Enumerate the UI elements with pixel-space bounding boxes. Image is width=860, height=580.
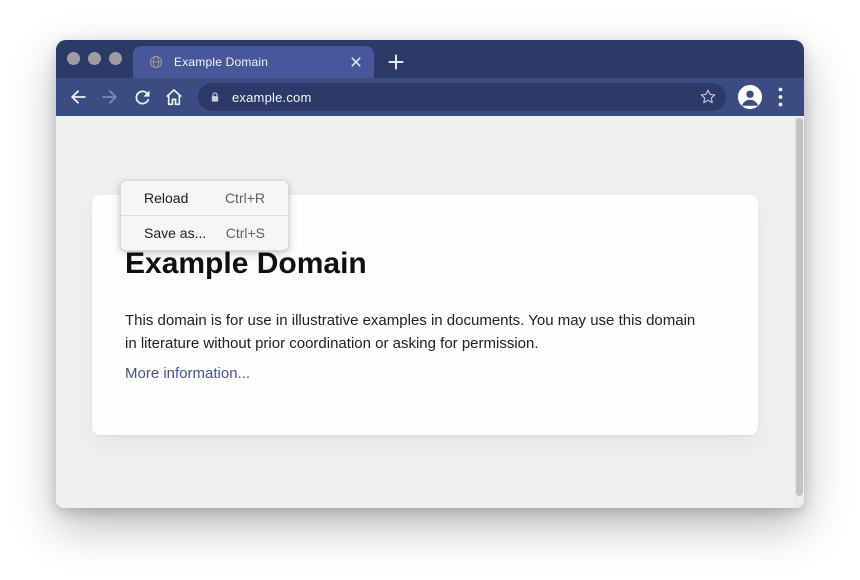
tab-title: Example Domain — [174, 55, 350, 69]
bookmark-star-icon[interactable] — [698, 87, 718, 107]
home-icon — [163, 86, 185, 108]
address-bar[interactable]: example.com — [198, 83, 726, 111]
menu-item-shortcut: Ctrl+R — [225, 190, 265, 206]
reload-icon — [132, 87, 153, 108]
desktop-background: Example Domain — [0, 0, 860, 580]
traffic-lights — [67, 52, 122, 65]
more-information-link[interactable]: More information... — [125, 365, 250, 382]
window-zoom-button[interactable] — [109, 52, 122, 65]
lock-icon — [208, 90, 222, 104]
browser-tab[interactable]: Example Domain — [133, 46, 374, 78]
menu-item-shortcut: Ctrl+S — [226, 225, 265, 241]
context-menu: Reload Ctrl+R Save as... Ctrl+S — [120, 180, 289, 251]
menu-item-save-as[interactable]: Save as... Ctrl+S — [121, 216, 288, 250]
plus-icon — [388, 54, 404, 70]
forward-button[interactable] — [96, 83, 124, 111]
url-text[interactable]: example.com — [232, 90, 698, 105]
globe-favicon-icon — [149, 55, 163, 69]
back-button[interactable] — [64, 83, 92, 111]
arrow-left-icon — [67, 86, 89, 108]
page-paragraph: This domain is for use in illustrative e… — [125, 309, 709, 355]
window-titlebar: Example Domain — [56, 40, 804, 78]
arrow-right-icon — [99, 86, 121, 108]
new-tab-button[interactable] — [386, 52, 406, 72]
window-minimize-button[interactable] — [88, 52, 101, 65]
profile-avatar-icon[interactable] — [738, 85, 762, 109]
tab-close-icon[interactable] — [350, 56, 362, 68]
window-close-button[interactable] — [67, 52, 80, 65]
reload-button[interactable] — [128, 83, 156, 111]
browser-window: Example Domain — [56, 40, 804, 508]
menu-item-label: Save as... — [144, 225, 206, 241]
page-content: Example Domain This domain is for use in… — [56, 116, 804, 508]
menu-item-label: Reload — [144, 190, 188, 206]
browser-toolbar: example.com — [56, 78, 804, 116]
menu-item-reload[interactable]: Reload Ctrl+R — [121, 181, 288, 215]
page-scrollbar[interactable] — [795, 116, 804, 508]
page-title: Example Domain — [125, 247, 367, 281]
kebab-menu-icon[interactable] — [772, 86, 788, 108]
scrollbar-thumb[interactable] — [796, 118, 803, 496]
home-button[interactable] — [160, 83, 188, 111]
